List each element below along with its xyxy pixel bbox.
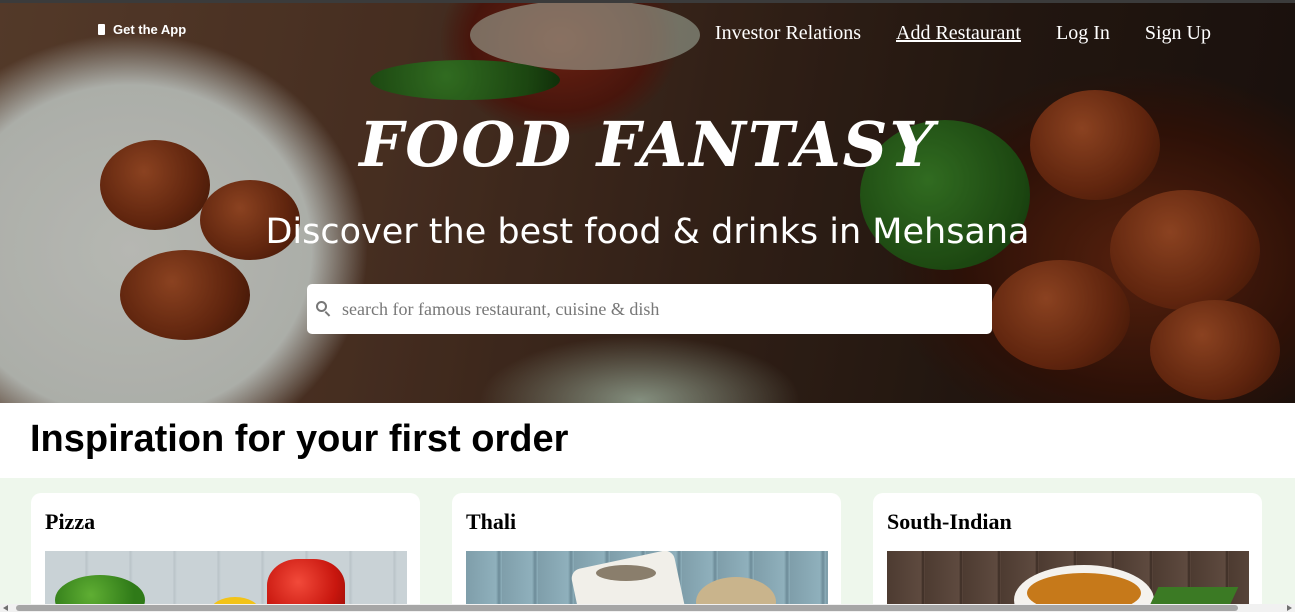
horizontal-scrollbar[interactable] — [0, 604, 1295, 612]
search-bar — [307, 284, 992, 334]
get-the-app-label: Get the App — [113, 22, 187, 37]
scrollbar-thumb[interactable] — [16, 605, 1238, 611]
card-pizza[interactable]: Pizza — [31, 493, 420, 612]
scroll-left-arrow-icon[interactable] — [3, 605, 8, 611]
pizza-image — [45, 551, 407, 612]
get-the-app-link[interactable]: Get the App — [98, 22, 186, 37]
card-title: Pizza — [45, 509, 96, 534]
thali-image — [466, 551, 828, 612]
nav-sign-up[interactable]: Sign Up — [1145, 22, 1211, 45]
top-nav: Investor Relations Add Restaurant Log In… — [715, 22, 1211, 45]
phone-icon — [98, 24, 105, 35]
scroll-right-arrow-icon[interactable] — [1287, 605, 1292, 611]
hero-tagline: Discover the best food & drinks in Mehsa… — [265, 212, 1030, 252]
search-icon — [315, 300, 333, 318]
nav-log-in[interactable]: Log In — [1056, 22, 1110, 45]
card-thali[interactable]: Thali — [452, 493, 841, 612]
card-south-indian[interactable]: South-Indian — [873, 493, 1262, 612]
nav-investor-relations[interactable]: Investor Relations — [715, 22, 861, 45]
nav-add-restaurant[interactable]: Add Restaurant — [896, 22, 1021, 45]
search-input[interactable] — [342, 289, 982, 329]
section-title-inspiration: Inspiration for your first order — [30, 418, 569, 460]
card-title: South-Indian — [887, 509, 1012, 534]
brand-title: FOOD FANTASY — [359, 108, 936, 181]
card-title: Thali — [466, 509, 517, 534]
hero-banner: Get the App Investor Relations Add Resta… — [0, 0, 1295, 403]
south-indian-image — [887, 551, 1249, 612]
